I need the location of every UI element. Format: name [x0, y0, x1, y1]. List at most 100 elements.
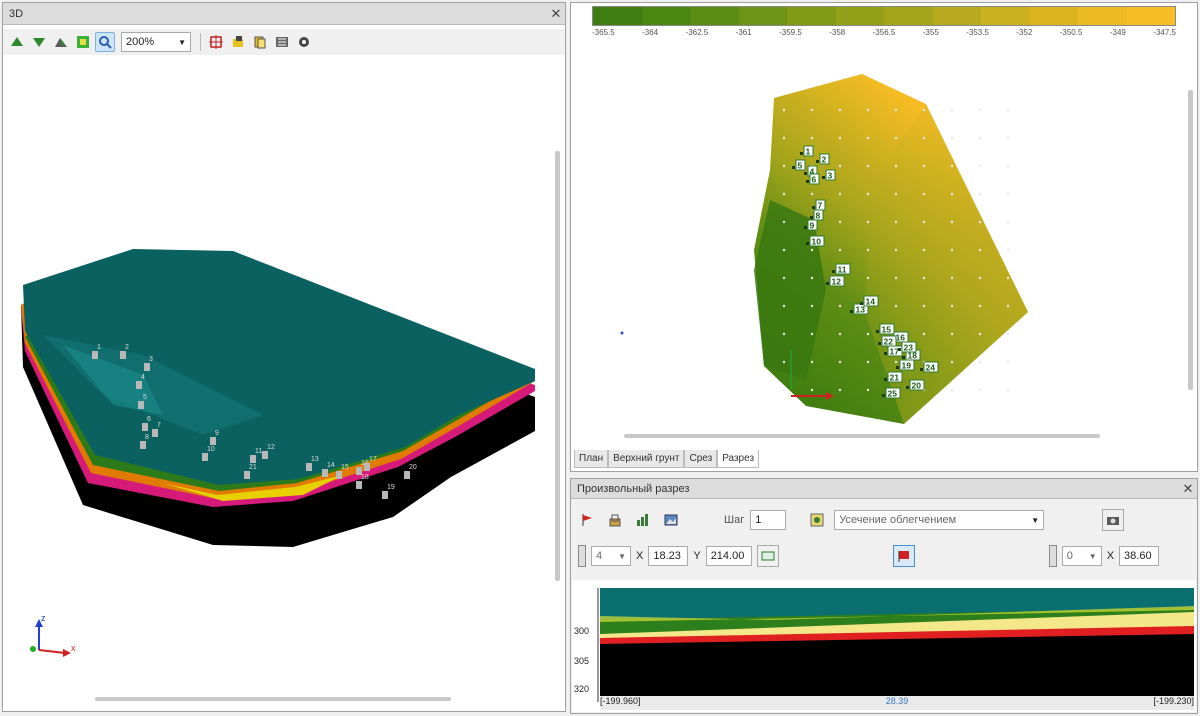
close-icon[interactable]: ✕ — [1179, 480, 1197, 498]
axis-z-label: z — [41, 613, 46, 623]
method-select[interactable]: Усечение облегчением ▼ — [834, 510, 1045, 530]
map-tab[interactable]: Разрез — [717, 450, 760, 468]
grid-icon[interactable] — [73, 32, 93, 52]
refresh-icon[interactable] — [806, 509, 828, 531]
map-grid-node — [1006, 332, 1010, 336]
map-grid-node — [782, 192, 786, 196]
image-icon[interactable] — [660, 509, 682, 531]
end-slider-handle[interactable] — [1048, 545, 1057, 567]
map-grid-node — [922, 332, 926, 336]
map-tab[interactable]: План — [574, 450, 609, 468]
well-label: 2 — [125, 344, 129, 351]
map-well-label: 16 — [896, 333, 906, 343]
3d-toolbar: 200% ▼ — [3, 29, 565, 55]
map-grid-node — [810, 388, 814, 392]
lock-icon[interactable] — [604, 509, 626, 531]
horizontal-scrollbar[interactable] — [95, 697, 451, 701]
map-grid-node — [950, 388, 954, 392]
map-grid-node — [810, 332, 814, 336]
section-toolbar-row2: 4 ▼ X 18.23 Y 214.00 0 ▼ X 38.60 — [578, 544, 1160, 568]
map-grid-node — [782, 248, 786, 252]
map-grid-node — [1006, 388, 1010, 392]
axis-x-label: x — [71, 643, 76, 653]
flag-button[interactable] — [892, 545, 915, 567]
copy-icon[interactable] — [250, 32, 270, 52]
layer-up-icon[interactable] — [7, 32, 27, 52]
map-grid-node — [950, 360, 954, 364]
chart-icon[interactable] — [632, 509, 654, 531]
map-grid-node — [866, 332, 870, 336]
map-grid-node — [894, 304, 898, 308]
well-label: 21 — [249, 464, 257, 471]
map-grid-node — [838, 360, 842, 364]
start-index-select[interactable]: 4 ▼ — [591, 546, 631, 566]
legend-swatch — [641, 7, 690, 25]
footer-center-value: 28.39 — [885, 696, 909, 706]
map-grid-node — [838, 388, 842, 392]
well-label: 17 — [369, 456, 377, 463]
map-grid-node — [782, 388, 786, 392]
map-grid-node — [950, 136, 954, 140]
map-well-label: 25 — [888, 389, 898, 399]
depth-tick-label: 300 — [574, 626, 590, 636]
map-grid-node — [950, 276, 954, 280]
map-well-label: 8 — [816, 211, 821, 221]
apply-point-icon[interactable] — [756, 545, 779, 567]
map-grid-node — [950, 332, 954, 336]
chevron-down-icon: ▼ — [1031, 515, 1040, 525]
map-grid-node — [922, 276, 926, 280]
crosshair-icon[interactable] — [206, 32, 226, 52]
legend-tick-label: -359.5 — [779, 28, 802, 37]
footer-left-value: [-199.960] — [600, 696, 641, 706]
well-label: 10 — [207, 446, 215, 453]
map-well-label: 21 — [890, 373, 900, 383]
map-tab[interactable]: Верхний грунт — [608, 450, 685, 468]
map-grid-node — [950, 164, 954, 168]
step-input[interactable]: 1 — [750, 510, 787, 530]
3d-model-viewport[interactable]: 123456789101112131415161718192021 z x — [3, 55, 555, 695]
export-icon[interactable] — [228, 32, 248, 52]
map-grid-node — [1006, 304, 1010, 308]
legend-tick-label: -353.5 — [966, 28, 989, 37]
map-grid-node — [978, 192, 982, 196]
chevron-down-icon: ▼ — [1088, 551, 1097, 561]
legend-tick-label: -361 — [735, 28, 752, 37]
well-label: 18 — [361, 474, 369, 481]
map-vertical-scrollbar[interactable] — [1188, 90, 1193, 390]
legend-swatch — [884, 7, 933, 25]
close-icon[interactable]: ✕ — [547, 5, 565, 23]
layer-down-icon[interactable] — [29, 32, 49, 52]
color-legend — [592, 6, 1176, 26]
zoom-icon[interactable] — [95, 32, 115, 52]
3d-view-panel: 3D ✕ 200% ▼ 1 2 3 4 5 6 7 8 9 10 11 12 1… — [2, 2, 566, 712]
vertical-scrollbar[interactable] — [555, 151, 560, 581]
camera-icon[interactable] — [1102, 509, 1125, 531]
flag-icon[interactable] — [576, 509, 598, 531]
start-y-input[interactable]: 214.00 — [705, 546, 752, 566]
well-label: 19 — [387, 484, 395, 491]
map-grid-node — [1006, 164, 1010, 168]
map-grid-node — [894, 276, 898, 280]
settings-icon[interactable] — [294, 32, 314, 52]
map-horizontal-scrollbar[interactable] — [624, 434, 1100, 438]
map-grid-node — [894, 220, 898, 224]
surface-icon[interactable] — [51, 32, 71, 52]
3d-panel-title: 3D — [9, 7, 24, 20]
map-well-label: 14 — [866, 297, 876, 307]
map-grid-node — [950, 108, 954, 112]
map-tab[interactable]: Срез — [684, 450, 718, 468]
end-index-select[interactable]: 0 ▼ — [1061, 546, 1102, 566]
map-well-label: 10 — [812, 237, 822, 247]
map-origin-point — [620, 331, 624, 335]
render-icon[interactable] — [272, 32, 292, 52]
end-x-input[interactable]: 38.60 — [1119, 546, 1160, 566]
map-well-label: 12 — [832, 277, 842, 287]
map-grid-node — [1006, 220, 1010, 224]
start-x-input[interactable]: 18.23 — [648, 546, 689, 566]
map-grid-node — [810, 276, 814, 280]
contour-map[interactable]: 1234567891011121314151617 181920212223242… — [574, 50, 1194, 440]
zoom-select[interactable]: 200% ▼ — [121, 32, 191, 52]
legend-tick-label: -362.5 — [685, 28, 709, 37]
section-view[interactable]: 300 305 320 [-199.960] 28.39 [-199.230] — [572, 580, 1196, 712]
start-slider-handle[interactable] — [578, 545, 586, 567]
